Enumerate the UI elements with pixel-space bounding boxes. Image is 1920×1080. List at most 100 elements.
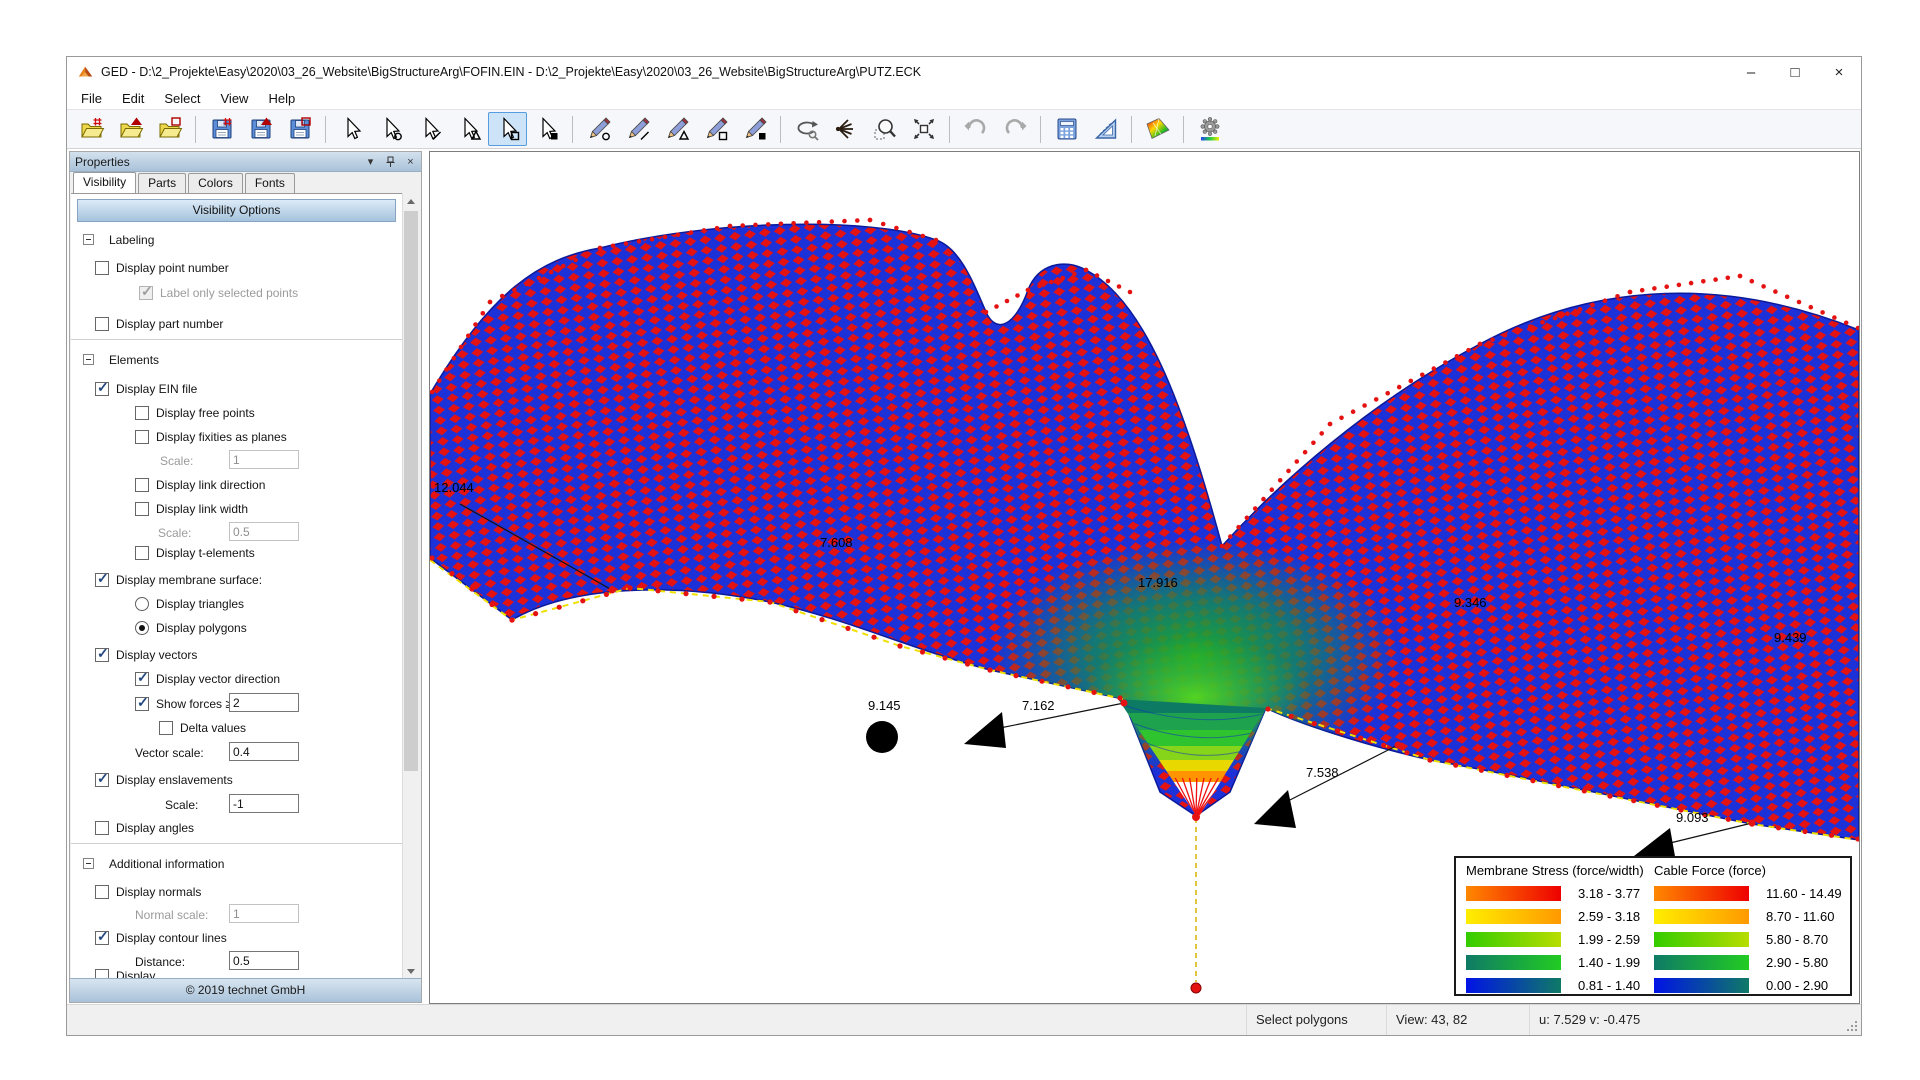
display-link-direction-checkbox[interactable] [135,478,149,492]
legend-color-bar [1466,978,1561,993]
menu-view[interactable]: View [211,89,259,108]
display-angles-checkbox[interactable] [95,821,109,835]
display-fixities-checkbox[interactable] [135,430,149,444]
panel-menu-chevron-icon[interactable]: ▾ [363,154,378,169]
legend-color-bar [1466,932,1561,947]
draw-triangle-button[interactable] [657,112,696,146]
menu-bar: File Edit Select View Help [67,87,1861,109]
tab-parts[interactable]: Parts [138,173,186,193]
tab-colors[interactable]: Colors [188,173,243,193]
collapse-icon[interactable] [83,354,94,365]
row-display-vectors: Display vectors [95,646,197,663]
show-forces-checkbox[interactable] [135,697,149,711]
display-normals-checkbox[interactable] [95,885,109,899]
display-t-elements-checkbox[interactable] [135,546,149,560]
redo-button[interactable] [995,112,1034,146]
open-triangle-file-button[interactable] [111,112,150,146]
toolbar-separator [1131,116,1132,143]
legend-color-bar [1654,909,1749,924]
draw-element-button[interactable] [735,112,774,146]
scroll-up-icon[interactable] [403,193,419,210]
force-label: 9.145 [868,698,901,713]
force-label: 17.916 [1138,575,1178,590]
display-vectors-checkbox[interactable] [95,648,109,662]
select-points-button[interactable] [371,112,410,146]
panel-scrollbar[interactable] [402,193,420,980]
zoom-window-button[interactable] [865,112,904,146]
draw-polygon-button[interactable] [696,112,735,146]
draw-point-button[interactable] [579,112,618,146]
stress-view-button[interactable] [1138,112,1177,146]
select-triangles-button[interactable] [449,112,488,146]
menu-select[interactable]: Select [154,89,210,108]
legend-color-bar [1466,955,1561,970]
save-triangle-file-button[interactable] [241,112,280,146]
draw-link-button[interactable] [618,112,657,146]
menu-edit[interactable]: Edit [112,89,154,108]
delta-values-checkbox[interactable] [159,721,173,735]
save-ein-file-icon [209,116,235,142]
select-links-button[interactable] [410,112,449,146]
save-ein-file-button[interactable] [202,112,241,146]
scrollbar-thumb[interactable] [404,211,418,771]
open-ein-file-icon [79,116,105,142]
panel-close-icon[interactable]: × [403,154,418,169]
select-elements-button[interactable] [527,112,566,146]
show-forces-input[interactable] [229,693,299,712]
zoom-window-icon [872,116,898,142]
display-link-width-checkbox[interactable] [135,502,149,516]
collapse-icon[interactable] [83,234,94,245]
zoom-fit-icon [911,116,937,142]
settings-button[interactable] [1190,112,1229,146]
legend-row: 0.81 - 1.40 [1466,974,1640,997]
display-triangles-radio[interactable] [135,597,149,611]
display-membrane-surface-checkbox[interactable] [95,573,109,587]
panel-footer: © 2019 technet GmbH [70,978,421,1002]
label-only-selected-checkbox[interactable] [139,286,153,300]
resize-grip[interactable] [1855,1029,1857,1031]
menu-help[interactable]: Help [258,89,305,108]
fixities-scale-input[interactable] [229,450,299,469]
close-button[interactable]: × [1817,57,1861,87]
legend-row: 1.40 - 1.99 [1466,951,1640,974]
open-polygon-file-button[interactable] [150,112,189,146]
undo-button[interactable] [956,112,995,146]
display-free-points-checkbox[interactable] [135,406,149,420]
collapse-icon[interactable] [83,858,94,869]
select-polygons-button[interactable] [488,112,527,146]
center-view-button[interactable] [826,112,865,146]
normal-scale-input[interactable] [229,904,299,923]
legend-row: 8.70 - 11.60 [1654,905,1842,928]
orbit-view-button[interactable] [787,112,826,146]
calculator-button[interactable] [1047,112,1086,146]
panel-pin-icon[interactable] [383,154,398,169]
row-display-link-direction: Display link direction [135,476,265,493]
toolbar-separator [195,116,196,143]
display-part-number-checkbox[interactable] [95,317,109,331]
maximize-button[interactable]: □ [1773,57,1817,87]
tab-visibility[interactable]: Visibility [73,172,136,193]
center-view-icon [833,116,859,142]
link-scale-input[interactable] [229,522,299,541]
save-polygon-file-icon [287,116,313,142]
display-ein-file-checkbox[interactable] [95,382,109,396]
open-ein-file-button[interactable] [72,112,111,146]
menu-file[interactable]: File [71,89,112,108]
display-vector-direction-checkbox[interactable] [135,672,149,686]
anchor-disc [866,721,898,753]
display-contour-lines-checkbox[interactable] [95,931,109,945]
tab-fonts[interactable]: Fonts [245,173,295,193]
display-enslavements-checkbox[interactable] [95,773,109,787]
distance-input[interactable] [229,951,299,970]
save-triangle-file-icon [248,116,274,142]
zoom-fit-button[interactable] [904,112,943,146]
minimize-button[interactable]: – [1729,57,1773,87]
enslavement-scale-input[interactable] [229,794,299,813]
vector-scale-input[interactable] [229,742,299,761]
save-polygon-file-button[interactable] [280,112,319,146]
viewport-3d[interactable]: 12.044 7.608 17.916 9.346 9.439 9.145 7.… [429,151,1860,1004]
measure-button[interactable] [1086,112,1125,146]
select-cursor-button[interactable] [332,112,371,146]
display-polygons-radio[interactable] [135,621,149,635]
display-point-number-checkbox[interactable] [95,261,109,275]
